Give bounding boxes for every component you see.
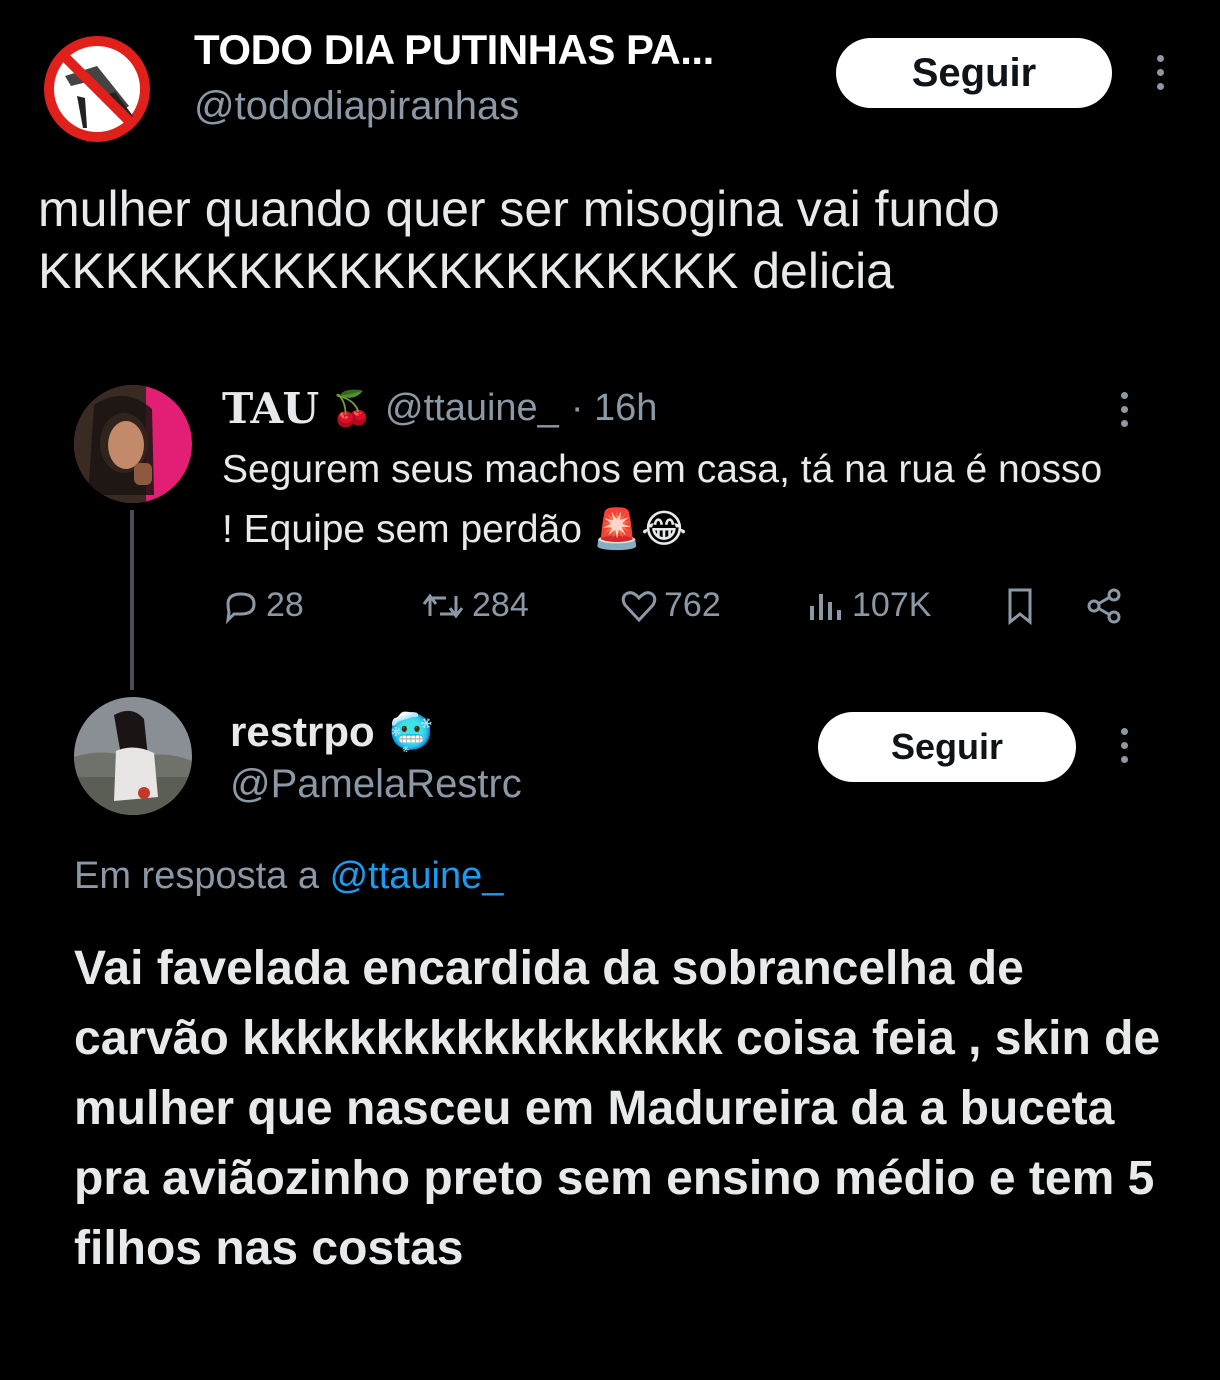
- account-display-name[interactable]: TODO DIA PUTINHAS PA...: [194, 26, 714, 74]
- quoted-tweet-header: TAU 🍒 @ttauine_ · 16h: [222, 384, 657, 433]
- retweet-icon: [422, 593, 464, 618]
- more-options-icon[interactable]: [1152, 55, 1168, 90]
- thread-connector-line: [130, 510, 134, 690]
- tweet-action-bar: 28 284 762 107K: [222, 586, 1132, 636]
- retweet-button[interactable]: 284: [420, 586, 529, 625]
- reply-header: restrpo 🥶: [230, 708, 434, 756]
- follow-button[interactable]: Seguir: [818, 712, 1076, 782]
- account-handle[interactable]: @tododiapiranhas: [194, 84, 519, 129]
- quoted-timestamp[interactable]: · 16h: [571, 387, 658, 430]
- account-avatar[interactable]: [36, 36, 158, 142]
- reply-count: 28: [266, 586, 304, 624]
- bookmark-icon: [1008, 588, 1032, 626]
- cold-face-icon: 🥶: [388, 711, 434, 752]
- views-chart-icon: [810, 593, 841, 620]
- quoted-tweet-text: Segurem seus machos em casa, tá na rua é…: [222, 448, 1103, 551]
- reply-context-prefix: Em resposta a: [74, 855, 319, 897]
- prohibited-sign-icon: [44, 36, 150, 142]
- reply-display-name[interactable]: restrpo: [230, 708, 375, 756]
- avatar[interactable]: [74, 385, 192, 503]
- reply-handle[interactable]: @PamelaRestrc: [230, 762, 522, 807]
- bookmark-button[interactable]: [1002, 586, 1038, 626]
- profile-photo: [74, 385, 192, 503]
- share-button[interactable]: [1084, 586, 1124, 626]
- more-options-icon[interactable]: [1116, 392, 1132, 427]
- more-options-icon[interactable]: [1116, 728, 1132, 763]
- post-text: mulher quando quer ser misogina vai fund…: [38, 181, 1014, 299]
- share-icon: [1087, 588, 1121, 624]
- like-button[interactable]: 762: [620, 586, 721, 625]
- follow-button[interactable]: Seguir: [836, 38, 1112, 108]
- reply-target-link[interactable]: @ttauine_: [330, 855, 504, 897]
- views-button[interactable]: 107K: [806, 586, 931, 625]
- reply-text: Vai favelada encardida da sobrancelha de…: [74, 942, 1161, 1275]
- avatar[interactable]: [74, 697, 192, 815]
- retweet-count: 284: [472, 586, 529, 624]
- like-count: 762: [664, 586, 721, 624]
- reply-button[interactable]: 28: [222, 586, 304, 625]
- reply-icon: [225, 591, 256, 624]
- heart-icon: [621, 590, 657, 622]
- quoted-handle[interactable]: @ttauine_: [385, 387, 559, 430]
- view-count: 107K: [852, 586, 932, 624]
- quoted-display-name[interactable]: TAU: [222, 384, 319, 433]
- profile-photo: [74, 697, 192, 815]
- cherries-icon: 🍒: [330, 389, 374, 428]
- reply-context: Em resposta a @ttauine_: [74, 855, 503, 898]
